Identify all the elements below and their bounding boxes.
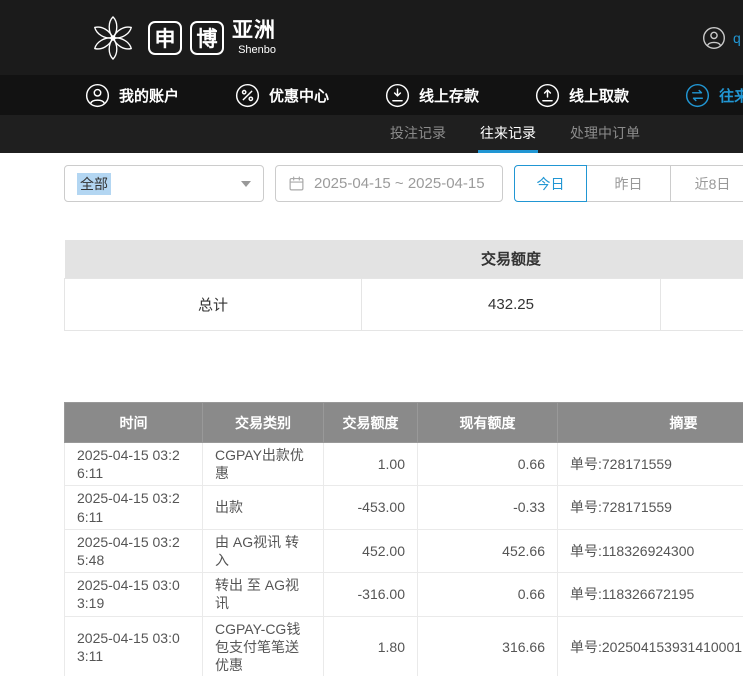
summary-header-row: 交易额度 (65, 240, 743, 278)
table-cell: 出款 (203, 486, 324, 529)
tab-label: 往来记录 (480, 123, 536, 143)
table-cell: 单号:728171559 (558, 486, 743, 529)
nav-item-transaction-records[interactable]: 往来记录 (685, 83, 743, 108)
last-8-days-button[interactable]: 近8日 (670, 165, 743, 202)
today-button[interactable]: 今日 (514, 165, 587, 202)
table-cell: 单号:202504153931410001 (558, 616, 743, 676)
nav-item-promotions[interactable]: 优惠中心 (235, 83, 329, 108)
table-cell: 2025-04-15 03:26:11 (65, 443, 203, 486)
nav-item-online-deposit[interactable]: 线上存款 (385, 83, 479, 108)
table-cell: 1.00 (324, 443, 418, 486)
table-cell: 单号:118326924300 (558, 529, 743, 572)
chevron-down-icon (241, 181, 251, 187)
logo-char-bo: 博 (190, 21, 224, 55)
transactions-tbody: 2025-04-15 03:26:11CGPAY出款优惠1.000.66单号:7… (65, 443, 743, 676)
table-row: 2025-04-15 03:03:19转出 至 AG视讯-316.000.66单… (65, 573, 743, 616)
logo-region-text: 亚洲 (232, 20, 276, 41)
logo-char-shen: 申 (148, 21, 182, 55)
yesterday-button[interactable]: 昨日 (586, 165, 671, 202)
table-row: 2025-04-15 03:03:11CGPAY-CG钱包支付笔笔送优惠1.80… (65, 616, 743, 676)
tab-label: 投注记录 (390, 123, 446, 143)
table-cell: 单号:728171559 (558, 443, 743, 486)
nav-item-label: 我的账户 (119, 85, 179, 106)
account-icon (702, 26, 726, 50)
col-header-amount: 交易额度 (324, 403, 418, 443)
main-nav: 我的账户 优惠中心 线上存款 (0, 75, 743, 115)
nav-item-label: 往来记录 (719, 85, 743, 106)
col-header-type: 交易类别 (203, 403, 324, 443)
table-cell: -453.00 (324, 486, 418, 529)
table-cell: 2025-04-15 03:26:11 (65, 486, 203, 529)
table-cell: 316.66 (418, 616, 558, 676)
summary-header-empty (661, 240, 743, 278)
table-cell: -0.33 (418, 486, 558, 529)
col-header-balance: 现有额度 (418, 403, 558, 443)
summary-total-value: 432.25 (362, 278, 661, 330)
date-range-input[interactable]: 2025-04-15 ~ 2025-04-15 (275, 165, 503, 202)
discount-icon (235, 83, 260, 108)
transactions-table: 时间 交易类别 交易额度 现有额度 摘要 2025-04-15 03:26:11… (64, 402, 743, 676)
tab-processing-orders[interactable]: 处理中订单 (568, 115, 642, 153)
deposit-icon (385, 83, 410, 108)
col-header-time: 时间 (65, 403, 203, 443)
table-cell: CGPAY-CG钱包支付笔笔送优惠 (203, 616, 324, 676)
summary-table: 交易额度 总计 432.25 (64, 240, 743, 331)
category-select-value: 全部 (77, 173, 111, 195)
tab-betting-records[interactable]: 投注记录 (388, 115, 448, 153)
table-row: 2025-04-15 03:26:11CGPAY出款优惠1.000.66单号:7… (65, 443, 743, 486)
nav-item-label: 线上存款 (419, 85, 479, 106)
table-cell: 452.66 (418, 529, 558, 572)
content: 全部 2025-04-15 ~ 2025-04-15 今日 昨日 近8日 (0, 153, 743, 676)
table-cell: -316.00 (324, 573, 418, 616)
table-cell: CGPAY出款优惠 (203, 443, 324, 486)
tab-label: 处理中订单 (570, 123, 640, 143)
filter-bar: 全部 2025-04-15 ~ 2025-04-15 今日 昨日 近8日 (64, 165, 743, 202)
withdraw-icon (535, 83, 560, 108)
user-icon (85, 83, 110, 108)
transfer-arrows-icon (685, 83, 710, 108)
summary-total-row: 总计 432.25 (65, 278, 743, 330)
category-select[interactable]: 全部 (64, 165, 264, 202)
table-cell: 转出 至 AG视讯 (203, 573, 324, 616)
tab-transaction-records[interactable]: 往来记录 (478, 115, 538, 153)
nav-item-online-withdrawal[interactable]: 线上取款 (535, 83, 629, 108)
transactions-header-row: 时间 交易类别 交易额度 现有额度 摘要 (65, 403, 743, 443)
calendar-icon (288, 175, 305, 192)
table-cell: 0.66 (418, 443, 558, 486)
table-cell: 2025-04-15 03:25:48 (65, 529, 203, 572)
logo-subtitle: Shenbo (238, 45, 276, 56)
account-menu[interactable]: q (702, 26, 741, 50)
topbar: 申 博 亚洲 Shenbo q (0, 0, 743, 75)
table-cell: 2025-04-15 03:03:11 (65, 616, 203, 676)
page: 申 博 亚洲 Shenbo q 我的账户 (0, 0, 743, 676)
table-cell: 452.00 (324, 529, 418, 572)
nav-item-label: 优惠中心 (269, 85, 329, 106)
table-cell: 由 AG视讯 转入 (203, 529, 324, 572)
table-cell: 单号:118326672195 (558, 573, 743, 616)
summary-total-label: 总计 (65, 278, 362, 330)
sub-nav: 投注记录 往来记录 处理中订单 (0, 115, 743, 153)
summary-header-amount: 交易额度 (362, 240, 661, 278)
nav-item-my-account[interactable]: 我的账户 (85, 83, 179, 108)
logo-wordmark: 亚洲 Shenbo (232, 20, 276, 56)
quick-range-buttons: 今日 昨日 近8日 (514, 165, 743, 202)
table-row: 2025-04-15 03:26:11出款-453.00-0.33单号:7281… (65, 486, 743, 529)
account-username: q (733, 30, 741, 46)
date-range-value: 2025-04-15 ~ 2025-04-15 (314, 175, 485, 192)
record-tabs: 投注记录 往来记录 处理中订单 (388, 115, 642, 153)
col-header-summary: 摘要 (558, 403, 743, 443)
brand-logo[interactable]: 申 博 亚洲 Shenbo (86, 11, 276, 65)
table-cell: 1.80 (324, 616, 418, 676)
flower-logo-icon (86, 11, 140, 65)
table-row: 2025-04-15 03:25:48由 AG视讯 转入452.00452.66… (65, 529, 743, 572)
nav-item-label: 线上取款 (569, 85, 629, 106)
table-cell: 0.66 (418, 573, 558, 616)
table-cell: 2025-04-15 03:03:19 (65, 573, 203, 616)
summary-header-empty (65, 240, 362, 278)
summary-total-empty (661, 278, 743, 330)
